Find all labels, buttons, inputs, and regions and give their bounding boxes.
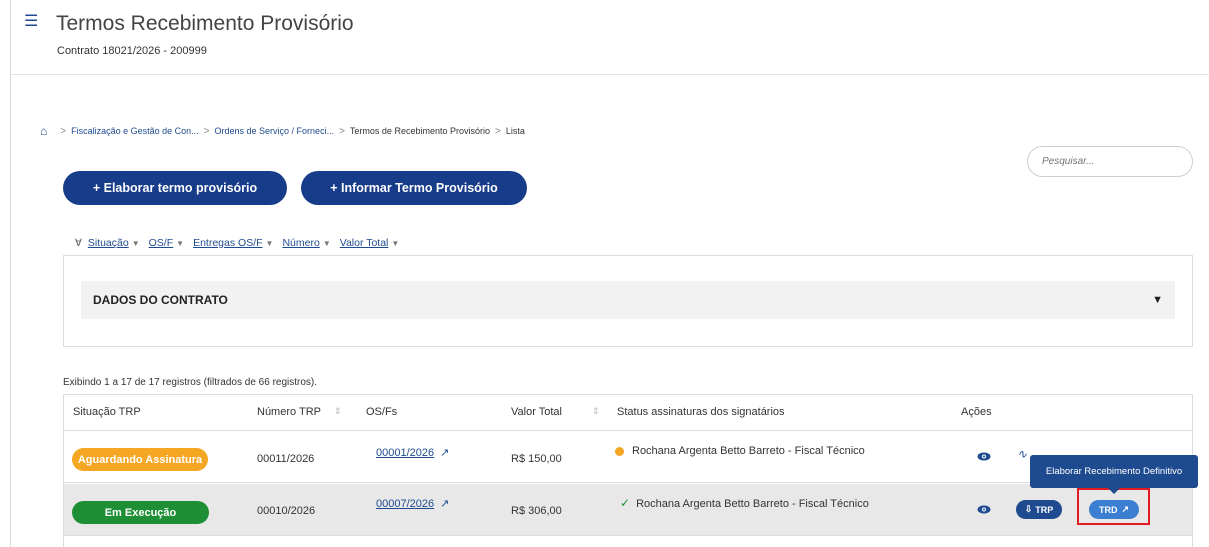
breadcrumb-separator: >	[494, 125, 501, 137]
col-acoes: Ações	[961, 406, 992, 418]
col-valor[interactable]: Valor Total	[511, 406, 562, 418]
search-input[interactable]	[1027, 146, 1193, 177]
col-osfs[interactable]: OS/Fs	[366, 406, 397, 418]
external-link-icon[interactable]: ↗	[440, 497, 449, 510]
breadcrumb-item-fiscalizacao[interactable]: Fiscalização e Gestão de Con...	[71, 126, 199, 136]
caret-down-icon: ▼	[391, 239, 400, 248]
signature-icon[interactable]: ∿	[1017, 447, 1027, 461]
col-situacao[interactable]: Situação TRP	[73, 406, 141, 418]
table-row: Aguardando Assinatura 00011/2026 00001/2…	[64, 432, 1192, 483]
breadcrumb-item-ordens[interactable]: Ordens de Serviço / Forneci...	[215, 126, 335, 136]
eye-icon[interactable]	[977, 452, 991, 461]
filter-osf[interactable]: OS/F ▼	[149, 237, 184, 249]
status-badge: Em Execução	[72, 501, 209, 524]
eye-icon[interactable]	[977, 505, 991, 514]
page-title: Termos Recebimento Provisório	[56, 12, 354, 35]
breadcrumb-separator: >	[203, 125, 210, 137]
os-cell: 00001/2026 ↗	[376, 446, 449, 459]
signer-status: ✓ Rochana Argenta Betto Barreto - Fiscal …	[620, 496, 869, 510]
elaborar-termo-button[interactable]: + Elaborar termo provisório	[63, 171, 287, 205]
numero-cell: 00010/2026	[257, 505, 316, 517]
signer-status: Rochana Argenta Betto Barreto - Fiscal T…	[615, 445, 865, 457]
contract-panel-title: DADOS DO CONTRATO	[93, 293, 228, 307]
os-cell: 00007/2026 ↗	[376, 497, 449, 510]
os-link[interactable]: 00001/2026	[376, 447, 434, 459]
caret-down-icon: ▼	[176, 239, 185, 248]
contract-panel: DADOS DO CONTRATO ▼	[63, 255, 1193, 347]
filter-situacao[interactable]: Situação ▼	[88, 237, 140, 249]
status-badge: Aguardando Assinatura	[72, 448, 208, 471]
col-status: Status assinaturas dos signatários	[617, 406, 785, 418]
download-icon: ⇩	[1024, 504, 1033, 514]
filter-bar: ∀ Situação ▼ OS/F ▼ Entregas OS/F ▼ Número ▼…	[75, 237, 408, 249]
table-row: Em Execução 00010/2026 00007/2026 ↗ R$ 30…	[64, 484, 1192, 536]
contract-panel-header[interactable]: DADOS DO CONTRATO ▼	[81, 281, 1175, 319]
menu-icon[interactable]: ☰	[24, 14, 38, 30]
valor-cell: R$ 150,00	[511, 453, 562, 465]
header-divider	[10, 74, 1209, 75]
sort-icon[interactable]: ⇕	[592, 406, 600, 417]
page-subtitle: Contrato 18021/2026 - 200999	[57, 45, 207, 57]
col-numero[interactable]: Número TRP	[257, 406, 321, 418]
trp-table: Situação TRP Número TRP ⇕ OS/Fs Valor To…	[63, 394, 1193, 547]
breadcrumb-item-termos[interactable]: Termos de Recebimento Provisório	[350, 126, 490, 136]
breadcrumb-separator: >	[60, 125, 67, 137]
external-link-icon[interactable]: ↗	[440, 446, 449, 459]
numero-cell: 00011/2026	[257, 453, 315, 465]
home-icon[interactable]: ⌂	[40, 124, 47, 138]
external-link-icon: ↗	[1121, 504, 1130, 514]
trd-button[interactable]: TRD ↗	[1089, 500, 1139, 519]
breadcrumb-separator: >	[339, 125, 345, 137]
records-count: Exibindo 1 a 17 de 17 registros (filtrad…	[63, 377, 318, 388]
sort-icon[interactable]: ⇕	[334, 406, 342, 417]
valor-cell: R$ 306,00	[511, 505, 562, 517]
os-link[interactable]: 00007/2026	[376, 498, 434, 510]
breadcrumb: ⌂ > Fiscalização e Gestão de Con... > Or…	[40, 124, 525, 138]
tooltip: Elaborar Recebimento Definitivo	[1030, 455, 1198, 488]
breadcrumb-item-lista: Lista	[505, 126, 525, 136]
informar-termo-button[interactable]: + Informar Termo Provisório	[301, 171, 527, 205]
expand-icon[interactable]: ▼	[1152, 294, 1163, 306]
caret-down-icon: ▼	[131, 239, 140, 248]
caret-down-icon: ▼	[322, 239, 331, 248]
caret-down-icon: ▼	[265, 239, 274, 248]
warning-icon	[615, 446, 624, 456]
filter-numero[interactable]: Número ▼	[282, 237, 330, 249]
filter-entregas[interactable]: Entregas OS/F ▼	[193, 237, 273, 249]
filter-valor-total[interactable]: Valor Total ▼	[340, 237, 400, 249]
table-header: Situação TRP Número TRP ⇕ OS/Fs Valor To…	[64, 395, 1192, 431]
trp-download-button[interactable]: ⇩ TRP	[1016, 500, 1062, 519]
check-icon: ✓	[620, 496, 631, 510]
tooltip-arrow	[1108, 488, 1120, 494]
filter-icon: ∀	[75, 237, 82, 249]
